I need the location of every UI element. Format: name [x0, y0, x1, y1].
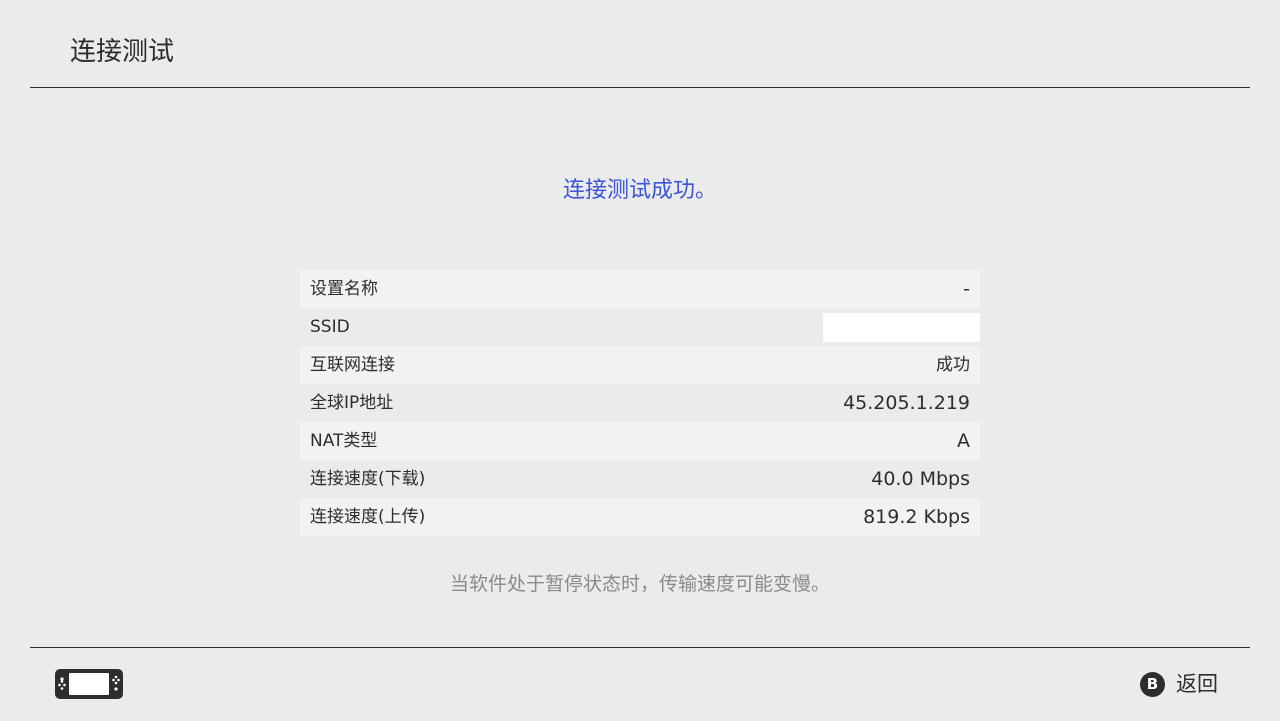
info-label: 连接速度(上传): [310, 507, 426, 527]
info-label: 互联网连接: [310, 355, 395, 375]
info-label: 连接速度(下载): [310, 469, 426, 489]
page-header: 连接测试: [30, 0, 1250, 88]
back-label: 返回: [1176, 672, 1218, 696]
connection-info-table: 设置名称 - SSID 互联网连接 成功 全球IP地址 45.205.1.219…: [300, 270, 980, 536]
info-row-ssid: SSID: [300, 308, 980, 346]
info-value: 40.0 Mbps: [871, 468, 970, 490]
page-title: 连接测试: [70, 37, 175, 67]
info-row-setting-name: 设置名称 -: [300, 270, 980, 308]
test-result-message: 连接测试成功。: [562, 178, 717, 203]
page-footer: B 返回: [30, 647, 1250, 721]
handheld-console-icon: [55, 669, 123, 699]
info-row-internet-connection: 互联网连接 成功: [300, 346, 980, 384]
speed-note: 当软件处于暂停状态时，传输速度可能变慢。: [449, 573, 830, 595]
info-label: SSID: [310, 317, 350, 337]
info-label: 全球IP地址: [310, 393, 394, 413]
ssid-value-box: [823, 313, 980, 342]
info-label: NAT类型: [310, 431, 378, 451]
info-row-download-speed: 连接速度(下载) 40.0 Mbps: [300, 460, 980, 498]
info-value: A: [957, 430, 970, 452]
info-value: -: [963, 278, 970, 300]
info-row-global-ip: 全球IP地址 45.205.1.219: [300, 384, 980, 422]
info-value: 45.205.1.219: [843, 392, 970, 414]
info-label: 设置名称: [310, 279, 378, 299]
info-row-nat-type: NAT类型 A: [300, 422, 980, 460]
info-value: 成功: [936, 355, 970, 375]
b-button-icon: B: [1140, 671, 1165, 697]
info-row-upload-speed: 连接速度(上传) 819.2 Kbps: [300, 498, 980, 536]
info-value: 819.2 Kbps: [863, 506, 970, 528]
back-button[interactable]: B 返回: [1140, 668, 1218, 700]
